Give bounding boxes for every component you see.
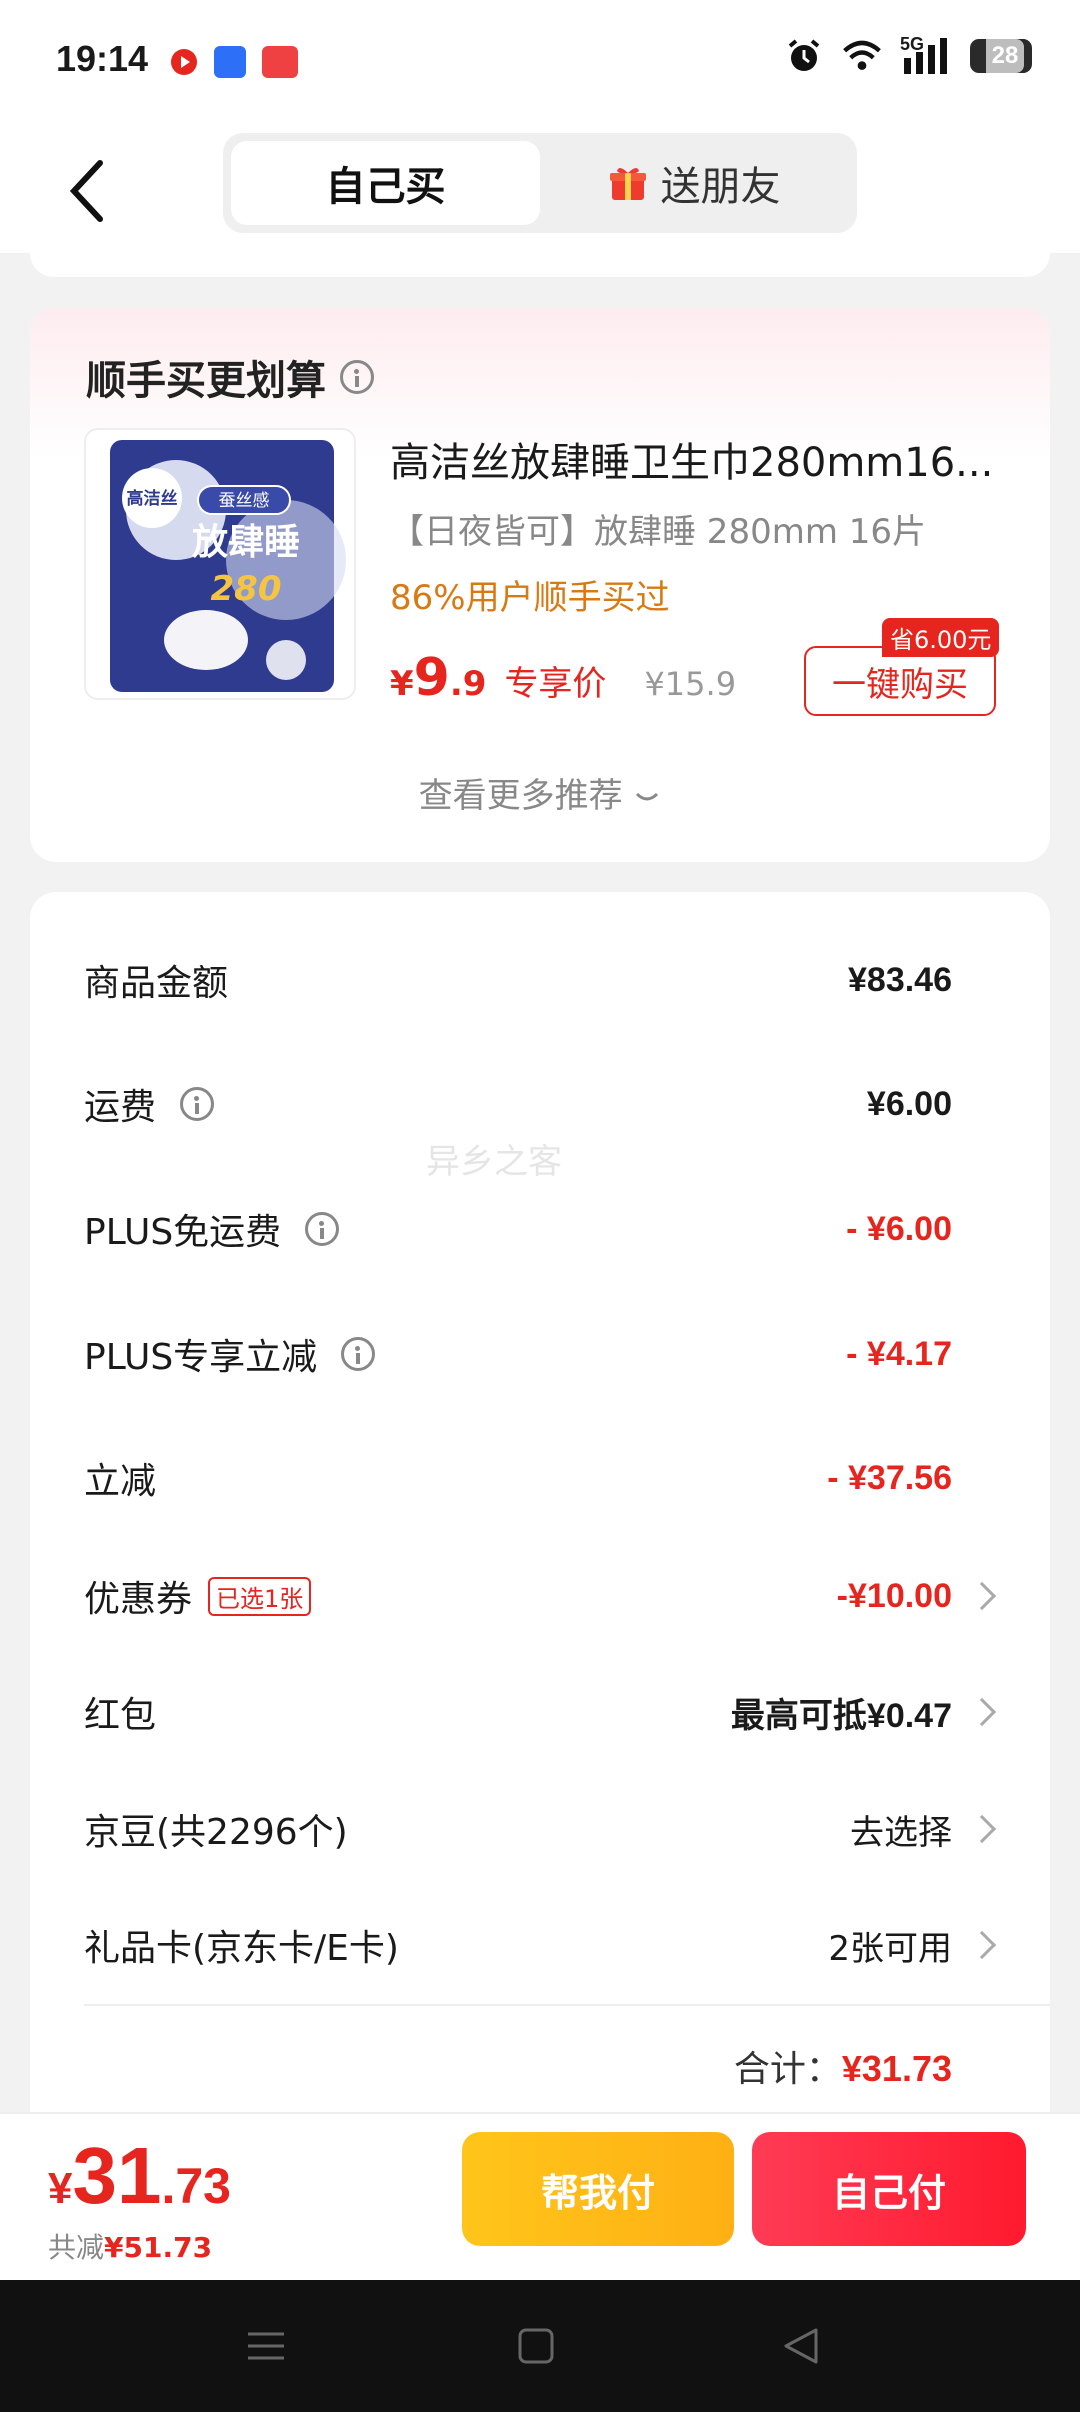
total-value: ¥31.73 bbox=[841, 2048, 952, 2089]
row-instant-discount: 立减 - ¥37.56 bbox=[84, 1458, 952, 1503]
row-plus-discount: PLUS专享立减 - ¥4.17 bbox=[84, 1334, 952, 1379]
price-symbol: ¥ bbox=[390, 664, 414, 704]
row-red-packet[interactable]: 红包 最高可抵¥0.47 bbox=[84, 1672, 1050, 1752]
chevron-right-icon bbox=[967, 1814, 997, 1844]
price-integer: 9 bbox=[413, 648, 450, 708]
brand-text: 高洁丝 bbox=[127, 488, 178, 509]
status-icons: 5G 28 bbox=[784, 34, 1032, 76]
more-recommend-link[interactable]: 查看更多推荐 bbox=[30, 768, 1050, 817]
line-text: 蚕丝感 bbox=[219, 491, 270, 511]
row-shipping: 运费 ¥6.00 bbox=[84, 1084, 952, 1129]
product-spec: 【日夜皆可】放肆睡 280mm 16片 bbox=[390, 512, 927, 552]
gift-icon bbox=[609, 167, 646, 200]
alarm-icon bbox=[784, 36, 824, 76]
back-arrow-icon bbox=[69, 160, 103, 222]
chevron-right-icon bbox=[967, 1697, 997, 1727]
baidu-app-icon bbox=[214, 46, 246, 78]
header: 自己买 送朋友 bbox=[0, 125, 1080, 253]
info-icon[interactable] bbox=[180, 1087, 215, 1121]
status-bar: 19:14 5G 28 bbox=[0, 0, 1080, 125]
checkout-bar: ¥ 31 .73 共减¥51.73 帮我付 自己付 bbox=[0, 2112, 1080, 2280]
divider bbox=[84, 2004, 1050, 2006]
row-gift-card[interactable]: 礼品卡(京东卡/E卡) 2张可用 bbox=[84, 1905, 1050, 1985]
purchase-hint: 86%用户顺手买过 bbox=[390, 578, 670, 618]
chevron-down-icon bbox=[636, 792, 659, 800]
chevron-right-icon bbox=[967, 1581, 997, 1611]
battery-icon: 28 bbox=[970, 39, 1032, 73]
pad-package-image: 高洁丝 蚕丝感 放肆睡 280 bbox=[110, 440, 346, 692]
product-price: ¥ 9 .9 专享价 ¥15.9 bbox=[390, 648, 736, 708]
info-icon[interactable] bbox=[341, 1337, 376, 1371]
row-jd-beans[interactable]: 京豆(共2296个) 去选择 bbox=[84, 1789, 1050, 1869]
tab-buy-self[interactable]: 自己买 bbox=[231, 141, 540, 225]
back-button[interactable] bbox=[60, 155, 120, 225]
battery-level: 28 bbox=[985, 39, 1025, 73]
toutiao-app-icon bbox=[262, 46, 298, 78]
previous-card-bottom bbox=[30, 245, 1050, 277]
chevron-right-icon bbox=[967, 1930, 997, 1960]
tab-send-friend-label: 送朋友 bbox=[660, 164, 781, 210]
recommend-card: 顺手买更划算 高洁丝 蚕丝感 放肆睡 280 高洁丝放肆睡卫生巾280mm16.… bbox=[30, 308, 1050, 862]
total-saved: 共减¥51.73 bbox=[48, 2231, 213, 2264]
row-goods-amount: 商品金额 ¥83.46 bbox=[84, 960, 952, 1005]
original-price: ¥15.9 bbox=[644, 665, 737, 703]
purchase-mode-tabs: 自己买 送朋友 bbox=[223, 133, 857, 233]
menu-icon[interactable] bbox=[246, 2326, 286, 2366]
tab-buy-self-label: 自己买 bbox=[325, 164, 446, 210]
back-nav-icon[interactable] bbox=[782, 2326, 822, 2366]
system-nav-bar bbox=[0, 2280, 1080, 2412]
product-name[interactable]: 高洁丝放肆睡卫生巾280mm16... bbox=[390, 430, 1010, 488]
product-image[interactable]: 高洁丝 蚕丝感 放肆睡 280 bbox=[84, 428, 356, 700]
package-size-text: 280 bbox=[211, 569, 282, 609]
recommend-title: 顺手买更划算 bbox=[86, 348, 374, 406]
info-icon[interactable] bbox=[305, 1212, 340, 1246]
help-pay-button[interactable]: 帮我付 bbox=[462, 2132, 734, 2246]
price-tag: 专享价 bbox=[504, 664, 607, 704]
order-summary-card: 异乡之客 商品金额 ¥83.46 运费 ¥6.00 PLUS免运费 - ¥6.0… bbox=[30, 892, 1050, 2122]
status-time: 19:14 bbox=[56, 38, 149, 79]
wifi-icon bbox=[842, 36, 882, 76]
row-coupon[interactable]: 优惠券 已选1张 -¥10.00 bbox=[84, 1556, 1050, 1636]
tab-send-friend[interactable]: 送朋友 bbox=[540, 141, 849, 225]
order-total: 合计： ¥31.73 bbox=[733, 2048, 952, 2090]
signal-icon: 5G bbox=[900, 34, 952, 76]
home-icon[interactable] bbox=[516, 2326, 556, 2366]
row-plus-free-shipping: PLUS免运费 - ¥6.00 bbox=[84, 1209, 952, 1254]
self-pay-button[interactable]: 自己付 bbox=[752, 2132, 1026, 2246]
coupon-selected-tag: 已选1张 bbox=[208, 1576, 312, 1616]
package-name-text: 放肆睡 bbox=[192, 522, 300, 563]
final-price: ¥ 31 .73 bbox=[48, 2131, 231, 2220]
price-decimal: .9 bbox=[449, 664, 487, 704]
video-app-icon bbox=[168, 46, 200, 78]
save-badge: 省6.00元 bbox=[882, 618, 1000, 657]
network-label: 5G bbox=[900, 34, 925, 54]
info-icon[interactable] bbox=[340, 360, 374, 394]
